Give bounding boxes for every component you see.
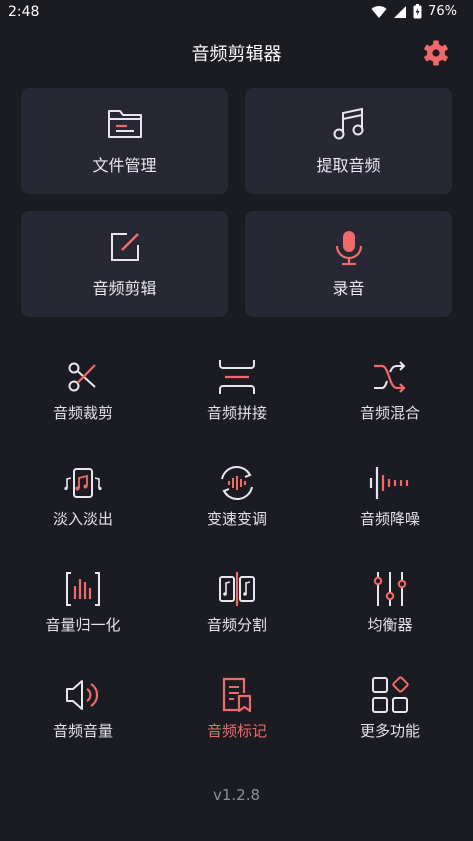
- card-extract-audio[interactable]: 提取音频: [245, 88, 452, 194]
- tool-label: 音频音量: [52, 722, 113, 740]
- speed-icon: [221, 465, 253, 501]
- card-label: 音频剪辑: [92, 279, 157, 298]
- card-file-manager[interactable]: 文件管理: [21, 88, 228, 194]
- normalize-icon: [66, 572, 100, 606]
- card-audio-edit[interactable]: 音频剪辑: [21, 211, 228, 317]
- fade-icon: [64, 468, 102, 498]
- battery-percent: 76%: [428, 4, 457, 19]
- volume-icon: [66, 680, 99, 710]
- microphone-icon: [335, 231, 362, 266]
- split-icon: [219, 572, 255, 606]
- tool-more-features[interactable]: 更多功能: [320, 676, 460, 762]
- tool-label: 音频分割: [206, 616, 267, 634]
- more-apps-icon: [372, 676, 409, 713]
- tool-fade[interactable]: 淡入淡出: [13, 464, 153, 550]
- status-time: 2:48: [8, 4, 40, 20]
- status-bar: 2:48 76%: [0, 0, 473, 26]
- tool-label: 音频裁剪: [52, 404, 113, 422]
- tool-audio-volume[interactable]: 音频音量: [13, 676, 153, 762]
- music-note-icon: [333, 107, 363, 140]
- tool-audio-mix[interactable]: 音频混合: [320, 358, 460, 444]
- edit-icon: [110, 233, 139, 261]
- tool-label: 音频混合: [359, 404, 420, 422]
- tool-label: 均衡器: [367, 616, 413, 634]
- denoise-icon: [369, 467, 409, 499]
- card-record[interactable]: 录音: [245, 211, 452, 317]
- version-label: v1.2.8: [212, 786, 261, 804]
- mark-icon: [222, 677, 252, 713]
- scissors-icon: [68, 362, 96, 392]
- tool-label: 音量归一化: [45, 616, 121, 634]
- shuffle-icon: [374, 361, 406, 393]
- tool-label: 淡入淡出: [52, 510, 113, 528]
- card-label: 提取音频: [316, 156, 381, 175]
- card-label: 录音: [332, 279, 365, 298]
- folder-icon: [107, 110, 142, 138]
- tool-label: 音频标记: [206, 722, 267, 740]
- status-icons: 76%: [371, 4, 457, 19]
- tool-audio-trim[interactable]: 音频裁剪: [13, 358, 153, 444]
- tool-equalizer[interactable]: 均衡器: [320, 570, 460, 656]
- battery-icon: [413, 4, 422, 19]
- tool-split[interactable]: 音频分割: [167, 570, 307, 656]
- app-title: 音频剪辑器: [191, 44, 282, 65]
- settings-gear-icon[interactable]: [421, 38, 451, 68]
- tool-speed-pitch[interactable]: 变速变调: [167, 464, 307, 550]
- tool-label: 音频降噪: [359, 510, 420, 528]
- tool-denoise[interactable]: 音频降噪: [320, 464, 460, 550]
- tool-normalize[interactable]: 音量归一化: [13, 570, 153, 656]
- tool-label: 音频拼接: [206, 404, 267, 422]
- tool-label: 更多功能: [359, 722, 420, 740]
- equalizer-icon: [373, 572, 407, 606]
- wifi-icon: [371, 5, 387, 18]
- card-label: 文件管理: [92, 156, 157, 175]
- tool-audio-join[interactable]: 音频拼接: [167, 358, 307, 444]
- tool-label: 变速变调: [206, 510, 267, 528]
- cell-signal-icon: [394, 5, 407, 18]
- tool-audio-mark[interactable]: 音频标记: [167, 676, 307, 762]
- title-bar: 音频剪辑器: [0, 30, 473, 76]
- join-icon: [219, 360, 255, 394]
